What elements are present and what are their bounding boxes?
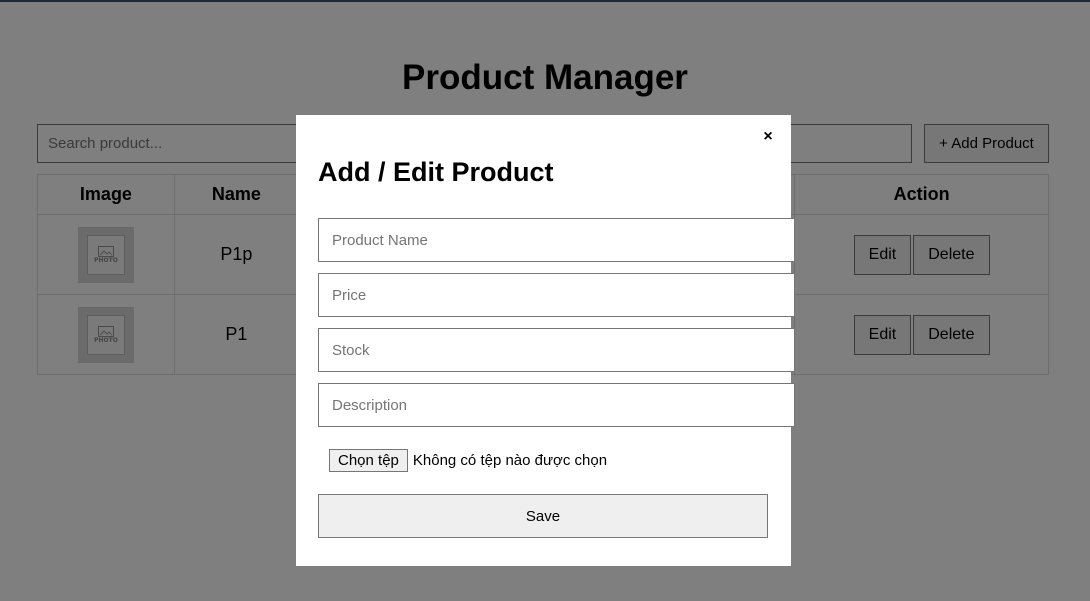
description-input[interactable] bbox=[318, 383, 795, 427]
close-icon[interactable]: × bbox=[761, 128, 775, 146]
modal-title: Add / Edit Product bbox=[318, 157, 554, 187]
product-name-input[interactable] bbox=[318, 218, 795, 262]
stock-input[interactable] bbox=[318, 328, 795, 372]
price-input[interactable] bbox=[318, 273, 795, 317]
save-button[interactable]: Save bbox=[318, 494, 768, 538]
file-status-text: Không có tệp nào được chọn bbox=[412, 452, 608, 469]
product-modal: × Add / Edit Product Chọn tệp Không có t… bbox=[296, 115, 795, 566]
window-top-border bbox=[0, 0, 1090, 2]
choose-file-button[interactable]: Chọn tệp bbox=[329, 449, 408, 472]
file-picker: Chọn tệp Không có tệp nào được chọn bbox=[329, 449, 607, 472]
